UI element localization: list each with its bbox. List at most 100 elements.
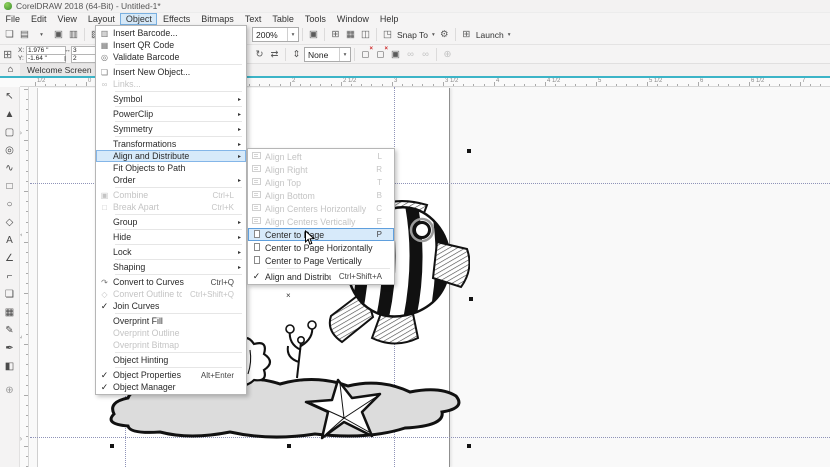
menu-item-insert-new-object[interactable]: ❏Insert New Object... bbox=[96, 66, 246, 78]
menu-item-object-properties[interactable]: ✓Object PropertiesAlt+Enter bbox=[96, 369, 246, 381]
clear-outline-icon[interactable]: ◻× bbox=[358, 47, 373, 62]
menu-item-center-to-page-vertically[interactable]: Center to Page Vertically bbox=[248, 254, 394, 267]
menu-item-lock[interactable]: Lock▸ bbox=[96, 246, 246, 258]
menu-tools[interactable]: Tools bbox=[299, 13, 331, 25]
mirror-horizontal-icon[interactable]: ⇄ bbox=[267, 47, 282, 62]
show-grid-icon[interactable]: ▦ bbox=[343, 27, 358, 42]
show-rulers-icon[interactable]: ⊞ bbox=[328, 27, 343, 42]
menu-item-group[interactable]: Group▸ bbox=[96, 216, 246, 228]
outline-width-combo[interactable]: None▾ bbox=[304, 47, 351, 62]
effects-icon[interactable]: ▣ bbox=[388, 47, 403, 62]
menu-file[interactable]: File bbox=[0, 13, 26, 25]
menu-edit[interactable]: Edit bbox=[26, 13, 53, 25]
menu-item-align-centers-horizontally: Align Centers HorizontallyC bbox=[248, 202, 394, 215]
drop-shadow-tool[interactable]: ❏ bbox=[0, 285, 19, 303]
print-icon[interactable]: ▥ bbox=[66, 27, 81, 42]
menu-bitmaps[interactable]: Bitmaps bbox=[196, 13, 240, 25]
menu-item-align-and-distribute[interactable]: ✓Align and DistributeCtrl+Shift+A bbox=[248, 270, 394, 283]
vertical-ruler[interactable]: 0123 bbox=[20, 87, 29, 467]
menu-item-center-to-page-horizontally[interactable]: Center to Page Horizontally bbox=[248, 241, 394, 254]
menu-item-transformations[interactable]: Transformations▸ bbox=[96, 138, 246, 150]
selection-handle[interactable] bbox=[110, 444, 114, 448]
menu-item-center-to-page[interactable]: Center to PageP bbox=[248, 228, 394, 241]
ruler-tick bbox=[790, 84, 791, 86]
menu-item-shortcut: R bbox=[376, 165, 382, 174]
dimension-tool[interactable]: ∠ bbox=[0, 249, 19, 267]
zoom-tool[interactable]: ◎ bbox=[0, 141, 19, 159]
menu-window[interactable]: Window bbox=[331, 13, 374, 25]
combo-dropdown-arrow-icon[interactable]: ▾ bbox=[287, 28, 298, 41]
menu-item-overprint-fill[interactable]: Overprint Fill bbox=[96, 315, 246, 327]
export-icon[interactable]: ◳ bbox=[380, 27, 395, 42]
menu-item-shortcut: B bbox=[377, 191, 382, 200]
menu-item-hide[interactable]: Hide▸ bbox=[96, 231, 246, 243]
rectangle-tool[interactable]: □ bbox=[0, 177, 19, 195]
menu-item-object-hinting[interactable]: Object Hinting bbox=[96, 354, 246, 366]
menu-item-object-manager[interactable]: ✓Object Manager bbox=[96, 381, 246, 393]
ruler-tick bbox=[26, 334, 28, 335]
launch-app-icon[interactable]: ⊞ bbox=[459, 27, 474, 42]
menu-item-insert-barcode[interactable]: ▥Insert Barcode... bbox=[96, 27, 246, 39]
menu-layout[interactable]: Layout bbox=[82, 13, 120, 25]
menu-item-insert-qr-code[interactable]: ▦Insert QR Code bbox=[96, 39, 246, 51]
eyedropper-tool[interactable]: ✎ bbox=[0, 321, 19, 339]
show-guidelines-icon[interactable]: ◫ bbox=[358, 27, 373, 42]
menu-item-order[interactable]: Order▸ bbox=[96, 174, 246, 186]
add-perspective-icon[interactable]: ⊕ bbox=[440, 47, 455, 62]
menu-help[interactable]: Help bbox=[374, 13, 404, 25]
menu-view[interactable]: View bbox=[52, 13, 82, 25]
launch-button[interactable]: Launch bbox=[474, 30, 506, 40]
menu-item-symmetry[interactable]: Symmetry▸ bbox=[96, 123, 246, 135]
save-icon[interactable]: ▣ bbox=[51, 27, 66, 42]
snap-to-button[interactable]: Snap To bbox=[395, 30, 430, 40]
freehand-tool[interactable]: ∿ bbox=[0, 159, 19, 177]
add-tool[interactable]: ⊕ bbox=[0, 381, 19, 399]
menu-text[interactable]: Text bbox=[239, 13, 267, 25]
home-icon[interactable]: ⌂ bbox=[3, 64, 18, 76]
menu-item-convert-to-curves[interactable]: ↷Convert to CurvesCtrl+Q bbox=[96, 276, 246, 288]
menu-item-shaping[interactable]: Shaping▸ bbox=[96, 261, 246, 273]
menu-item-symbol[interactable]: Symbol▸ bbox=[96, 93, 246, 105]
menu-item-join-curves[interactable]: ✓Join Curves bbox=[96, 300, 246, 312]
zoom-level-combo[interactable]: 200%▾ bbox=[252, 27, 299, 42]
ellipse-tool[interactable]: ○ bbox=[0, 195, 19, 213]
selection-handle[interactable] bbox=[469, 297, 473, 301]
open-caret-icon[interactable]: ▾ bbox=[32, 27, 51, 42]
text-tool[interactable]: A bbox=[0, 231, 19, 249]
transparency-tool[interactable]: ▦ bbox=[0, 303, 19, 321]
menu-item-validate-barcode[interactable]: ◎Validate Barcode bbox=[96, 51, 246, 63]
connector-tool[interactable]: ⌐ bbox=[0, 267, 19, 285]
new-document-icon[interactable]: ❏ bbox=[2, 27, 17, 42]
selection-handle[interactable] bbox=[287, 444, 291, 448]
menu-item-align-and-distribute[interactable]: Align and Distribute▸ bbox=[96, 150, 246, 162]
clear-fill-icon[interactable]: ◻× bbox=[373, 47, 388, 62]
open-icon[interactable]: ▤ bbox=[17, 27, 32, 42]
menu-item-fit-objects-to-path[interactable]: Fit Objects to Path bbox=[96, 162, 246, 174]
pick-tool[interactable]: ↖ bbox=[0, 87, 19, 105]
menu-table[interactable]: Table bbox=[267, 13, 300, 25]
rotate-angle-icon[interactable]: ↻ bbox=[252, 47, 267, 62]
selection-handle[interactable] bbox=[467, 444, 471, 448]
tab-welcome-screen[interactable]: Welcome Screen bbox=[20, 64, 100, 76]
menu-item-powerclip[interactable]: PowerClip▸ bbox=[96, 108, 246, 120]
full-screen-preview-icon[interactable]: ▣ bbox=[306, 27, 321, 42]
ruler-tick bbox=[269, 84, 270, 86]
crop-tool[interactable]: ▢ bbox=[0, 123, 19, 141]
outline-width-icon[interactable]: ⇕ bbox=[289, 47, 304, 62]
outline-pen-tool[interactable]: ✒ bbox=[0, 339, 19, 357]
polygon-tool[interactable]: ◇ bbox=[0, 213, 19, 231]
combo-dropdown-arrow-icon[interactable]: ▾ bbox=[339, 48, 350, 61]
ruler-tick bbox=[55, 84, 56, 86]
y-position-field[interactable]: -1.64 " bbox=[26, 54, 66, 63]
menu-effects[interactable]: Effects bbox=[157, 13, 195, 25]
link-icon[interactable]: ∞ bbox=[403, 47, 418, 62]
shape-tool[interactable]: ▲ bbox=[0, 105, 19, 123]
ruler-label: 5 bbox=[598, 78, 601, 84]
interactive-fill-tool[interactable]: ◧ bbox=[0, 357, 19, 375]
launch-button-caret-icon[interactable]: ▾ bbox=[506, 32, 513, 38]
options-gear-icon[interactable]: ⚙ bbox=[437, 27, 452, 42]
snap-to-button-caret-icon[interactable]: ▾ bbox=[430, 32, 437, 38]
link-icon-2[interactable]: ∞ bbox=[418, 47, 433, 62]
selection-handle[interactable] bbox=[467, 149, 471, 153]
menu-object[interactable]: Object bbox=[120, 13, 157, 25]
